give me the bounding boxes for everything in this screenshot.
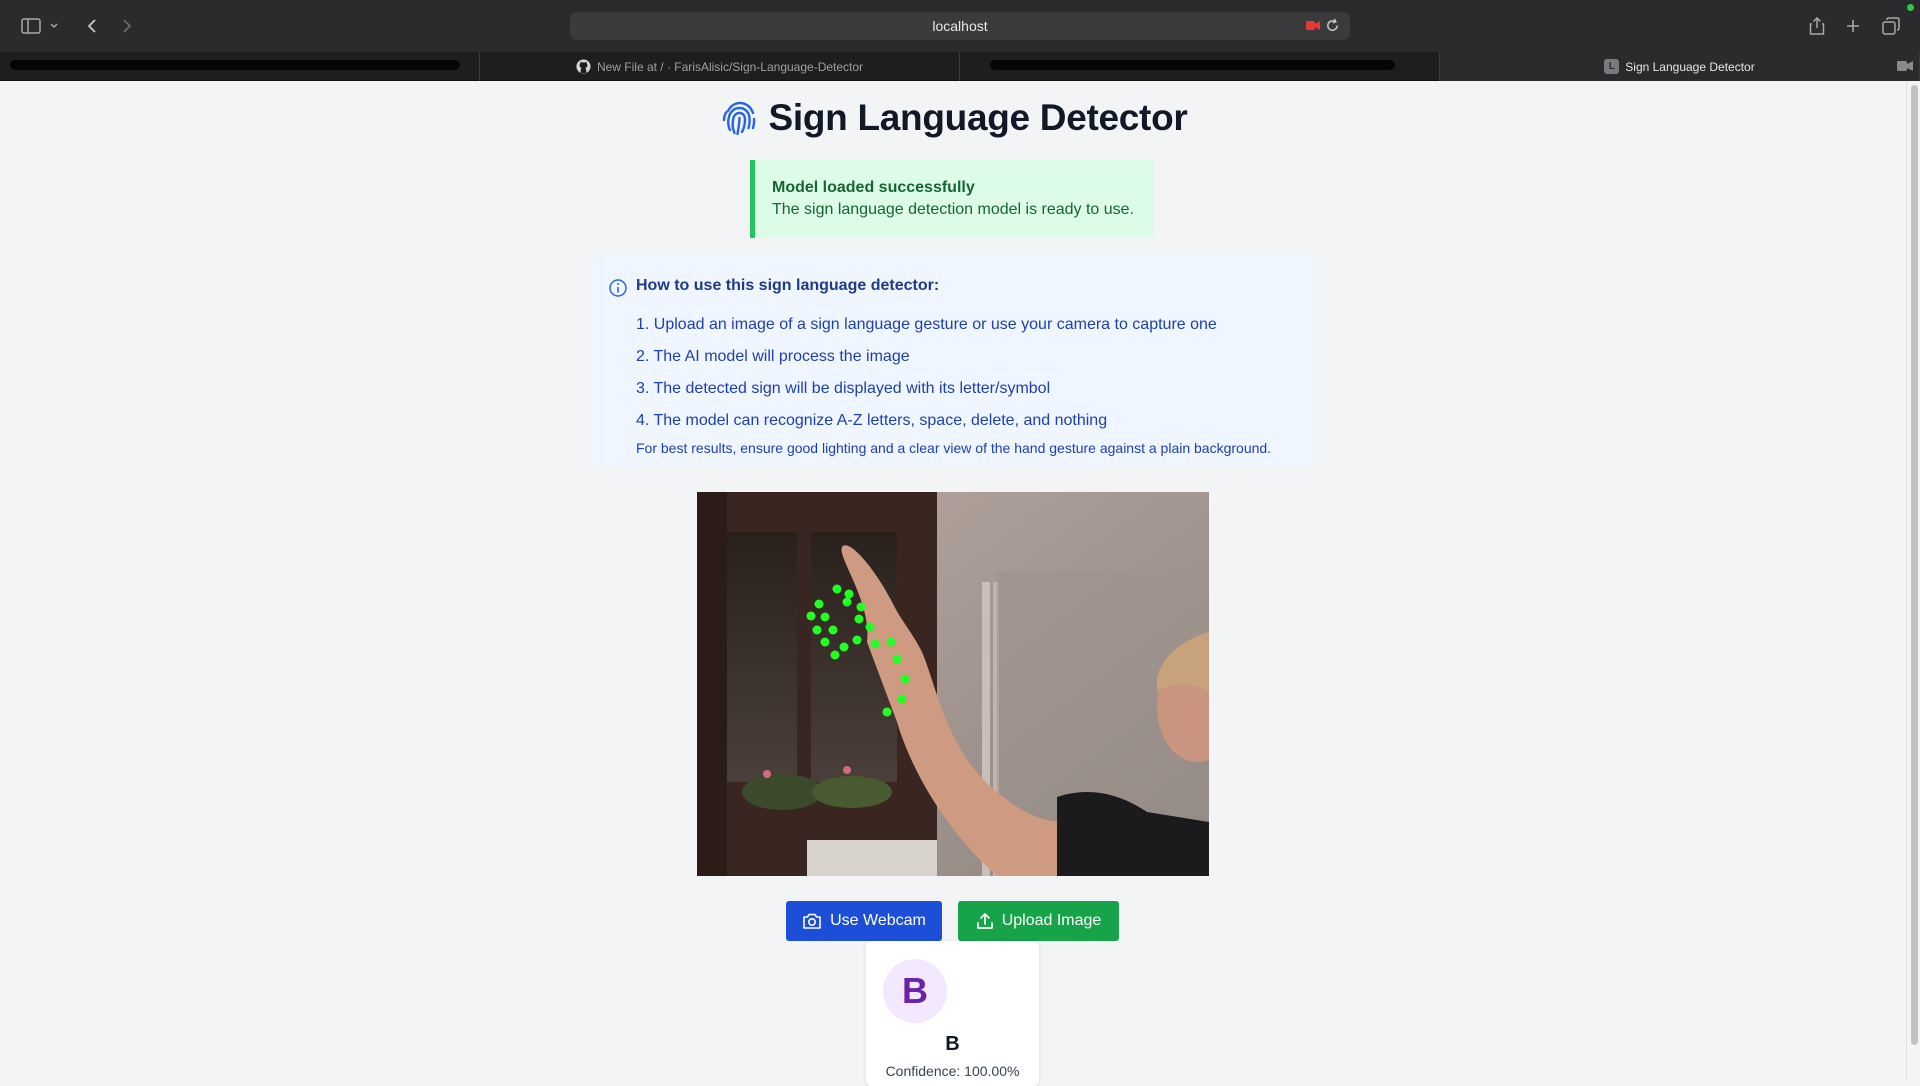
tab-favicon: L xyxy=(1604,59,1620,74)
instruction-step: 4. The model can recognize A-Z letters, … xyxy=(636,412,1108,429)
page-title: Sign Language Detector xyxy=(768,97,1188,138)
use-webcam-label: Use Webcam xyxy=(830,912,926,929)
page-scrollbar[interactable] xyxy=(1906,81,1920,1080)
redaction-mark xyxy=(10,60,460,70)
prediction-letter: B xyxy=(945,1033,960,1055)
instructions-note: For best results, ensure good lighting a… xyxy=(636,440,1272,456)
camera-icon xyxy=(803,913,821,929)
tab-sign-language-detector[interactable]: L Sign Language Detector xyxy=(1440,52,1920,81)
instruction-step: 1. Upload an image of a sign language ge… xyxy=(636,316,1217,333)
success-alert: Model loaded successfully The sign langu… xyxy=(750,160,1154,238)
share-icon[interactable] xyxy=(1805,14,1829,38)
hand-landmark-preview xyxy=(697,492,1209,876)
github-icon xyxy=(576,59,591,74)
instruction-step: 2. The AI model will process the image xyxy=(636,348,910,365)
prediction-card: B B Confidence: 100.00% xyxy=(866,941,1039,1086)
tab-label: Sign Language Detector xyxy=(1625,59,1755,74)
camera-indicator-icon xyxy=(1897,61,1913,71)
info-icon xyxy=(609,279,627,297)
tab-redacted-2[interactable] xyxy=(960,52,1440,81)
instruction-step: 3. The detected sign will be displayed w… xyxy=(636,380,1051,397)
page-content: Sign Language Detector Model loaded succ… xyxy=(0,81,1906,1086)
fingerprint-icon xyxy=(722,101,755,136)
tab-overview-icon[interactable] xyxy=(1879,14,1903,38)
chevron-down-icon[interactable] xyxy=(47,14,61,38)
reload-icon[interactable] xyxy=(1325,18,1340,33)
prediction-badge: B xyxy=(883,959,947,1023)
url-text: localhost xyxy=(932,18,988,34)
address-bar[interactable]: localhost xyxy=(570,12,1350,40)
tab-github[interactable]: New File at / · FarisAlisic/Sign-Languag… xyxy=(480,52,960,81)
prediction-confidence: Confidence: 100.00% xyxy=(885,1063,1020,1079)
alert-message: The sign language detection model is rea… xyxy=(772,201,1135,218)
upload-image-button[interactable]: Upload Image xyxy=(958,901,1119,941)
tab-redacted-1[interactable] xyxy=(0,52,480,81)
webcam-image xyxy=(697,492,1209,876)
alert-title: Model loaded successfully xyxy=(772,179,975,196)
upload-icon xyxy=(976,913,993,929)
instructions-list: 1. Upload an image of a sign language ge… xyxy=(636,309,1217,437)
status-dot xyxy=(1907,4,1914,11)
recording-camera-icon[interactable] xyxy=(1306,20,1320,31)
redaction-mark xyxy=(990,60,1395,70)
header: Sign Language Detector xyxy=(0,97,1906,139)
upload-image-label: Upload Image xyxy=(1001,912,1102,929)
sidebar-toggle-icon[interactable] xyxy=(19,14,43,38)
browser-toolbar: localhost xyxy=(0,0,1920,52)
back-icon[interactable] xyxy=(80,14,104,38)
tab-label: New File at / · FarisAlisic/Sign-Languag… xyxy=(596,59,864,74)
forward-icon[interactable] xyxy=(115,14,139,38)
scrollbar-thumb[interactable] xyxy=(1911,85,1918,1045)
use-webcam-button[interactable]: Use Webcam xyxy=(786,901,942,941)
tab-bar: New File at / · FarisAlisic/Sign-Languag… xyxy=(0,52,1920,81)
instructions-title: How to use this sign language detector: xyxy=(636,277,940,294)
new-tab-icon[interactable] xyxy=(1841,14,1865,38)
instructions-panel: How to use this sign language detector: … xyxy=(593,256,1313,466)
